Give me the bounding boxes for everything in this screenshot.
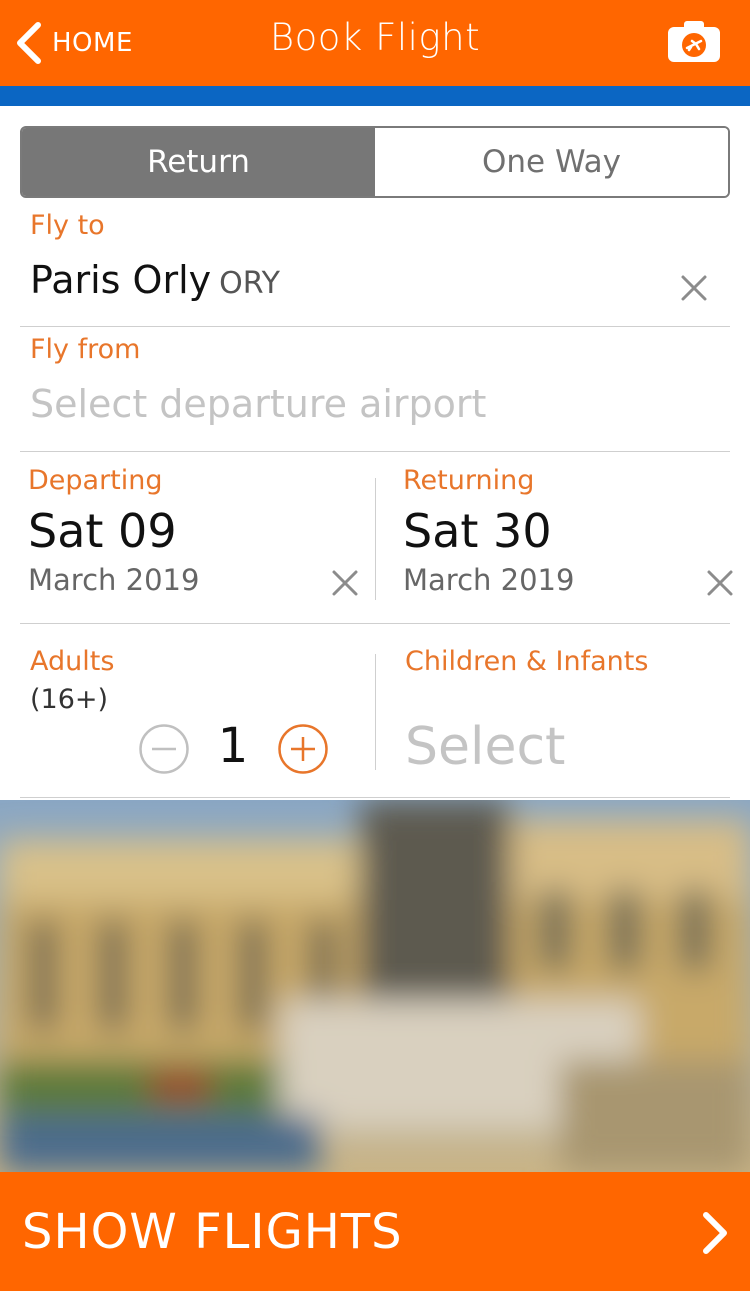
children-infants-label: Children & Infants [405, 646, 649, 677]
trip-type-segmented-control: Return One Way [20, 126, 730, 198]
show-flights-button[interactable]: SHOW FLIGHTS [0, 1172, 750, 1291]
date-divider [375, 478, 376, 600]
departing-month[interactable]: March 2019 [28, 563, 199, 597]
children-infants-select[interactable]: Select [405, 717, 565, 777]
destination-airport: Paris Orly [30, 258, 212, 302]
chevron-right-icon [703, 1212, 727, 1254]
decrement-adults-button[interactable] [138, 723, 190, 775]
adults-label: Adults [30, 646, 115, 677]
clear-returning-icon[interactable] [706, 569, 734, 597]
tab-return[interactable]: Return [22, 128, 375, 196]
fly-to-label: Fly to [30, 210, 105, 241]
returning-day[interactable]: Sat 30 [403, 504, 552, 558]
camera-plane-icon[interactable] [668, 20, 720, 64]
clear-departing-icon[interactable] [331, 569, 359, 597]
passenger-divider [375, 654, 376, 770]
divider [20, 623, 730, 624]
departing-label: Departing [28, 465, 163, 496]
show-flights-label: SHOW FLIGHTS [22, 1204, 403, 1260]
destination-code: ORY [219, 266, 281, 301]
nav-bar: HOME Book Flight [0, 0, 750, 86]
increment-adults-button[interactable] [277, 723, 329, 775]
destination-photo [0, 800, 750, 1172]
divider [20, 326, 730, 327]
page-title: Book Flight [269, 16, 481, 59]
clear-destination-icon[interactable] [680, 274, 708, 302]
tab-one-way[interactable]: One Way [375, 128, 728, 196]
adults-age-note: (16+) [30, 684, 109, 715]
divider [20, 451, 730, 452]
returning-month[interactable]: March 2019 [403, 563, 574, 597]
departure-airport-input[interactable]: Select departure airport [30, 382, 486, 426]
departing-day[interactable]: Sat 09 [28, 504, 177, 558]
fly-from-label: Fly from [30, 334, 141, 365]
destination-field[interactable]: Paris Orly ORY [30, 258, 280, 302]
destination-photo-image [0, 800, 750, 1172]
divider [20, 797, 730, 798]
returning-label: Returning [403, 465, 535, 496]
accent-stripe [0, 86, 750, 106]
adults-count: 1 [217, 718, 249, 774]
